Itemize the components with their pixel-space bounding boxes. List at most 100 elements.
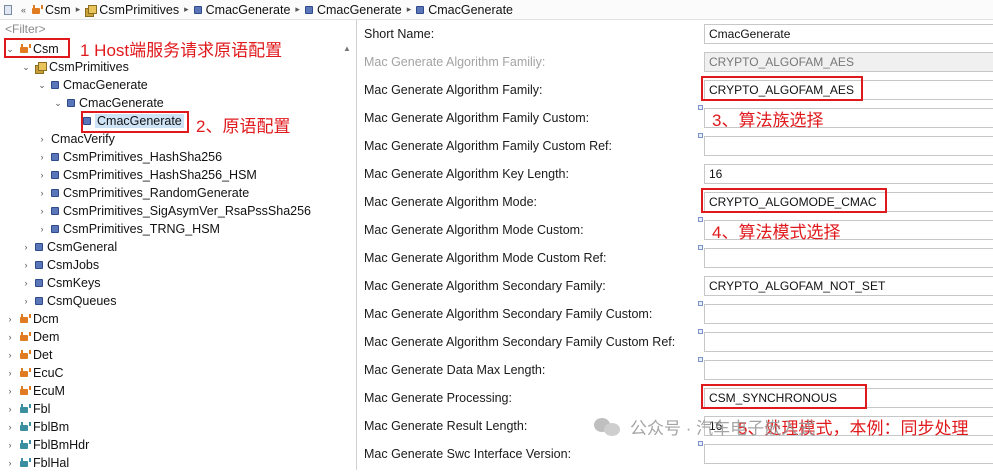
property-value-field[interactable] <box>704 136 993 156</box>
tree-item[interactable]: › FblBmHdr <box>4 436 90 454</box>
property-row: Mac Generate Swc Interface Version: <box>358 441 993 469</box>
tree-item[interactable]: › FblHal <box>4 454 70 472</box>
collapse-breadcrumb-button[interactable]: « <box>21 5 26 15</box>
tree-item-label: CmacGenerate <box>63 78 148 92</box>
breadcrumb-item-cmacgenerate-2[interactable]: CmacGenerate <box>304 3 402 17</box>
property-value-field[interactable]: CmacGenerate <box>704 24 993 44</box>
tree-item[interactable]: › Dem <box>4 328 60 346</box>
property-value-field[interactable] <box>704 332 993 352</box>
tree-item[interactable]: › CsmPrimitives_HashSha256_HSM <box>36 166 257 184</box>
breadcrumb-separator-icon: ▸ <box>184 4 189 14</box>
breadcrumb-item-cmacgenerate-1[interactable]: CmacGenerate <box>193 3 290 17</box>
scroll-up-arrow-icon[interactable]: ▲ <box>343 44 351 53</box>
chevron-right-icon[interactable]: › <box>20 278 32 288</box>
chevron-right-icon[interactable]: › <box>4 404 16 414</box>
property-label: Short Name: <box>364 27 435 41</box>
tree-item[interactable]: › CsmPrimitives_RandomGenerate <box>36 184 250 202</box>
default-marker-icon <box>698 329 703 334</box>
config-icon <box>67 99 75 107</box>
tree-item[interactable]: ⌄ CmacGenerate <box>52 94 164 112</box>
tree-item[interactable]: › CsmKeys <box>20 274 101 292</box>
tree-item[interactable]: › CsmPrimitives_HashSha256 <box>36 148 223 166</box>
chevron-right-icon[interactable]: › <box>36 170 48 180</box>
property-row: Mac Generate Algorithm Secondary Family … <box>358 301 993 329</box>
chevron-right-icon[interactable]: › <box>20 242 32 252</box>
chevron-right-icon[interactable]: › <box>4 350 16 360</box>
default-marker-icon <box>698 105 703 110</box>
chevron-right-icon[interactable]: › <box>4 314 16 324</box>
breadcrumb-item-csmprimitives[interactable]: CsmPrimitives <box>85 3 179 17</box>
chevron-right-icon[interactable]: › <box>4 440 16 450</box>
property-row: Mac Generate Algorithm Mode Custom Ref: <box>358 245 993 273</box>
tree-item[interactable]: ⌄ CmacGenerate <box>36 76 148 94</box>
wechat-icon <box>594 415 622 439</box>
tree-item-label: CsmPrimitives <box>49 60 129 74</box>
tree-item[interactable]: › CsmPrimitives_TRNG_HSM <box>36 220 220 238</box>
chevron-down-icon[interactable]: ⌄ <box>20 62 32 73</box>
default-marker-icon <box>698 245 703 250</box>
tree-item[interactable]: › Dcm <box>4 310 59 328</box>
property-label: Mac Generate Algorithm Key Length: <box>364 167 569 181</box>
chevron-down-icon[interactable]: ⌄ <box>52 98 64 109</box>
default-marker-icon <box>698 357 703 362</box>
tree-item[interactable]: › EcuM <box>4 382 65 400</box>
property-label: Mac Generate Data Max Length: <box>364 363 546 377</box>
chevron-right-icon[interactable]: › <box>36 134 48 144</box>
property-label: Mac Generate Algorithm Family: <box>364 83 543 97</box>
chevron-down-icon[interactable]: ⌄ <box>36 80 48 91</box>
tree-item[interactable]: › EcuC <box>4 364 64 382</box>
property-label: Mac Generate Algorithm Mode Custom Ref: <box>364 251 607 265</box>
chevron-right-icon[interactable]: › <box>4 458 16 468</box>
chevron-right-icon[interactable]: › <box>4 422 16 432</box>
default-marker-icon <box>698 301 703 306</box>
chevron-right-icon[interactable]: › <box>20 260 32 270</box>
chevron-right-icon[interactable]: › <box>36 224 48 234</box>
tree-item[interactable]: › CsmPrimitives_SigAsymVer_RsaPssSha256 <box>36 202 312 220</box>
property-value-field[interactable] <box>704 304 993 324</box>
config-icon <box>51 171 59 179</box>
module-icon <box>19 314 31 324</box>
chevron-right-icon[interactable]: › <box>36 206 48 216</box>
config-icon <box>35 243 43 251</box>
chevron-right-icon[interactable]: › <box>4 368 16 378</box>
annotation-box-processing <box>701 384 867 409</box>
property-label: Mac Generate Algorithm Familiy: <box>364 55 546 69</box>
container-icon <box>35 62 47 74</box>
tree-item-label: CsmJobs <box>47 258 100 272</box>
tree-item-label: CsmQueues <box>47 294 117 308</box>
tree-item[interactable]: › Fbl <box>4 400 51 418</box>
tree-item[interactable]: › CsmJobs <box>20 256 100 274</box>
tree-item-label: CsmPrimitives_HashSha256 <box>63 150 223 164</box>
chevron-right-icon[interactable]: › <box>36 188 48 198</box>
tree-item-label: CsmGeneral <box>47 240 118 254</box>
chevron-right-icon[interactable]: › <box>36 152 48 162</box>
tree-item[interactable]: › FblBm <box>4 418 70 436</box>
property-row: Mac Generate Algorithm Secondary Family:… <box>358 273 993 301</box>
annotation-box-algorithm-family <box>701 76 863 101</box>
breadcrumb-item-cmacgenerate-3[interactable]: CmacGenerate <box>416 3 513 17</box>
tree-item[interactable]: › Det <box>4 346 53 364</box>
config-icon <box>416 5 425 14</box>
container-icon <box>85 4 98 17</box>
property-value-field[interactable] <box>704 360 993 380</box>
property-label: Mac Generate Result Length: <box>364 419 528 433</box>
property-label: Mac Generate Algorithm Secondary Family … <box>364 335 676 349</box>
tree-item-label: FblBm <box>33 420 70 434</box>
config-icon <box>35 279 43 287</box>
property-value-field[interactable]: 16 <box>704 164 993 184</box>
chevron-right-icon[interactable]: › <box>20 296 32 306</box>
module-icon <box>19 440 31 450</box>
chevron-right-icon[interactable]: › <box>4 332 16 342</box>
breadcrumb-item-csm[interactable]: Csm <box>31 3 71 17</box>
tree-item-label: Dcm <box>33 312 59 326</box>
module-icon <box>19 368 31 378</box>
editor-icon <box>4 4 12 15</box>
property-value-field[interactable] <box>704 248 993 268</box>
tree-item[interactable]: › CsmGeneral <box>20 238 118 256</box>
tree-item[interactable]: › CsmQueues <box>20 292 117 310</box>
module-icon <box>19 332 31 342</box>
chevron-right-icon[interactable]: › <box>4 386 16 396</box>
module-icon <box>19 386 31 396</box>
property-value-field[interactable] <box>704 444 993 464</box>
property-value-field[interactable]: CRYPTO_ALGOFAM_NOT_SET <box>704 276 993 296</box>
